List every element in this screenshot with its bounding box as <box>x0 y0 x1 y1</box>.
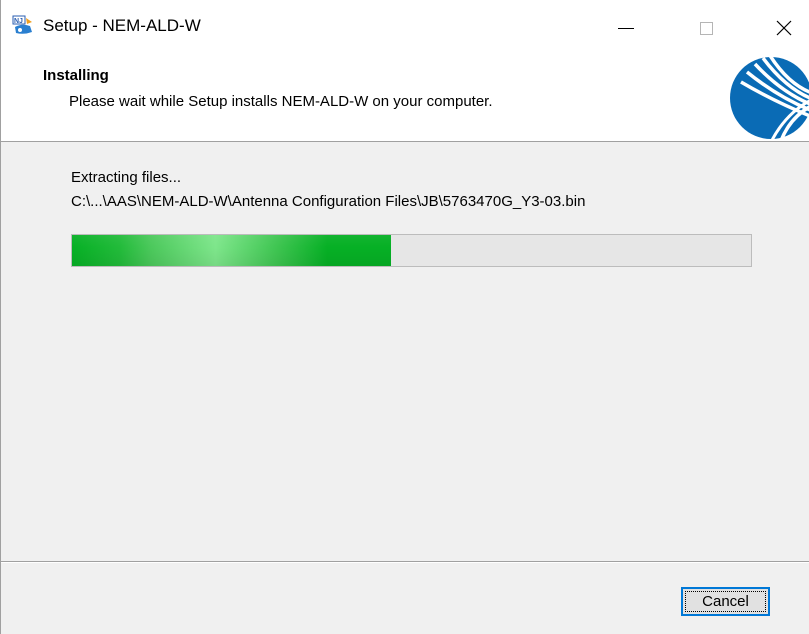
company-logo-icon <box>719 56 809 141</box>
minimize-button[interactable] <box>603 0 649 56</box>
installer-app-icon[interactable]: NJ <box>12 14 34 36</box>
footer-divider <box>1 561 809 563</box>
close-button[interactable] <box>761 0 807 56</box>
wizard-header: Installing Please wait while Setup insta… <box>1 56 809 142</box>
progress-bar <box>71 234 752 267</box>
cancel-button[interactable]: Cancel <box>681 587 770 616</box>
window-title: Setup - NEM-ALD-W <box>43 16 201 35</box>
close-icon <box>776 20 792 36</box>
title-bar[interactable]: NJ Setup - NEM-ALD-W <box>1 0 809 56</box>
progress-fill <box>72 235 392 266</box>
setup-window: NJ Setup - NEM-ALD-W Installing Please w… <box>0 0 809 634</box>
svg-text:NJ: NJ <box>14 18 23 25</box>
minimize-icon <box>618 27 634 29</box>
page-title: Installing <box>43 67 109 84</box>
maximize-icon <box>699 21 713 35</box>
page-subtitle: Please wait while Setup installs NEM-ALD… <box>69 93 493 110</box>
cancel-button-label: Cancel <box>702 593 749 610</box>
maximize-button[interactable] <box>683 0 729 56</box>
current-file-path: C:\...\AAS\NEM-ALD-W\Antenna Configurati… <box>71 193 586 210</box>
status-text: Extracting files... <box>71 169 182 186</box>
